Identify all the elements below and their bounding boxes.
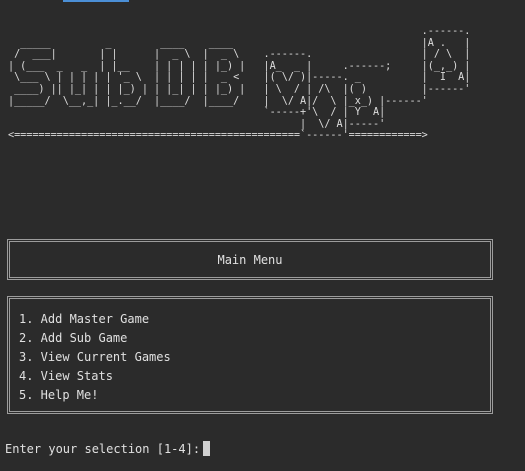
menu-option-add-master-game: 1. Add Master Game: [19, 312, 150, 326]
menu-title: Main Menu: [217, 253, 283, 267]
menu-option-view-stats: 4. View Stats: [19, 369, 113, 383]
ascii-art-banner: .------. _____ _ ____ ____ |A . | / ___|…: [8, 26, 471, 142]
menu-option-add-sub-game: 2. Add Sub Game: [19, 331, 128, 345]
active-tab-indicator: [63, 0, 129, 2]
text-cursor[interactable]: [203, 441, 211, 456]
menu-option-view-current-games: 3. View Current Games: [19, 350, 171, 364]
menu-options-list: 1. Add Master Game 2. Add Sub Game 3. Vi…: [10, 299, 490, 405]
menu-options-box: 1. Add Master Game 2. Add Sub Game 3. Vi…: [7, 296, 493, 414]
selection-prompt-line[interactable]: Enter your selection [1-4]:: [5, 440, 211, 458]
selection-prompt-label: Enter your selection [1-4]:: [5, 442, 201, 456]
main-menu-header-box: Main Menu: [7, 239, 493, 280]
menu-option-help: 5. Help Me!: [19, 388, 99, 402]
